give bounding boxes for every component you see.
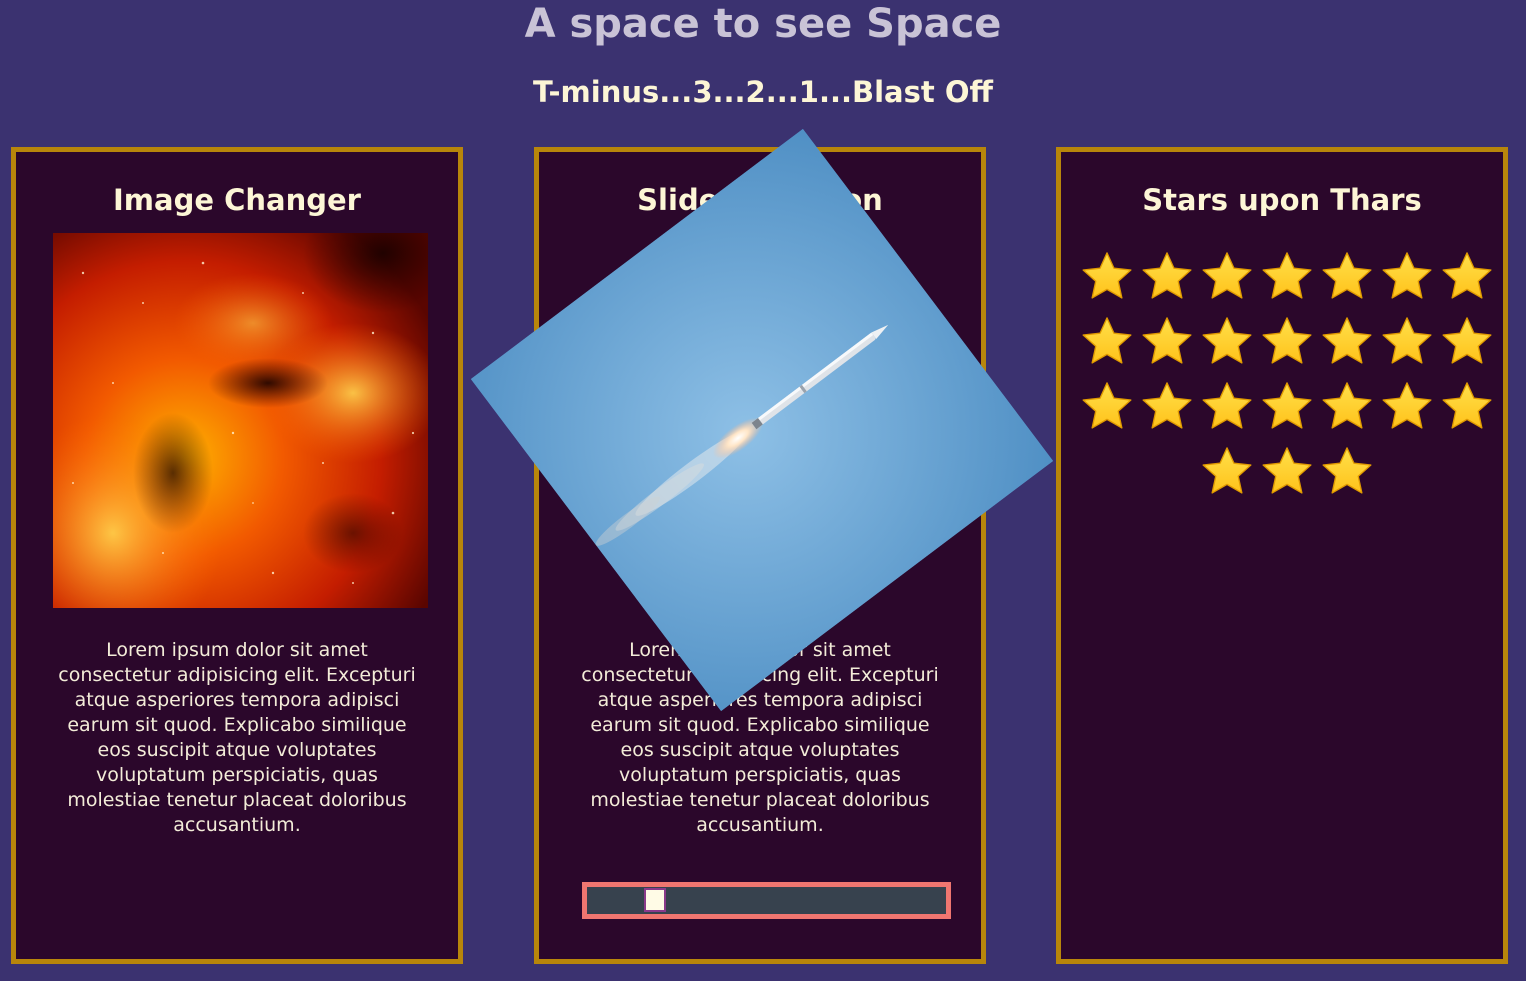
slider-fill <box>587 887 644 914</box>
stars-card: Stars upon Thars <box>1056 147 1508 964</box>
page-subtitle: T-minus...3...2...1...Blast Off <box>533 75 993 109</box>
star-icon <box>1257 374 1317 439</box>
star-icon <box>1137 244 1197 309</box>
star-icon <box>1197 374 1257 439</box>
star-icon <box>1437 244 1497 309</box>
card-text: Lorem ipsum dolor sit amet consectetur a… <box>58 639 416 836</box>
star-icon <box>1077 374 1137 439</box>
star-icon <box>1377 244 1437 309</box>
star-icon <box>1257 439 1317 504</box>
star-icon <box>1437 309 1497 374</box>
star-icon <box>1257 244 1317 309</box>
star-icon <box>1317 244 1377 309</box>
star-icon <box>1377 374 1437 439</box>
star-icon <box>1137 374 1197 439</box>
card-title: Stars upon Thars <box>1142 183 1422 217</box>
star-icon <box>1317 374 1377 439</box>
rotation-slider[interactable] <box>582 882 951 919</box>
star-icon <box>1437 374 1497 439</box>
star-icon <box>1077 244 1137 309</box>
star-icon <box>1317 309 1377 374</box>
star-icon <box>1077 309 1137 374</box>
page-title: A space to see Space <box>524 1 1002 47</box>
slider-thumb[interactable] <box>644 888 666 912</box>
star-icon <box>1137 309 1197 374</box>
star-icon <box>1257 309 1317 374</box>
image-changer-card: Image Changer Lorem ipsum dolor sit amet… <box>11 147 463 964</box>
star-icon <box>1377 309 1437 374</box>
stars-grid <box>1077 244 1497 504</box>
star-icon <box>1197 309 1257 374</box>
card-title: Image Changer <box>113 183 361 217</box>
nebula-image[interactable] <box>53 233 428 608</box>
star-icon <box>1197 439 1257 504</box>
star-icon <box>1317 439 1377 504</box>
star-icon <box>1197 244 1257 309</box>
